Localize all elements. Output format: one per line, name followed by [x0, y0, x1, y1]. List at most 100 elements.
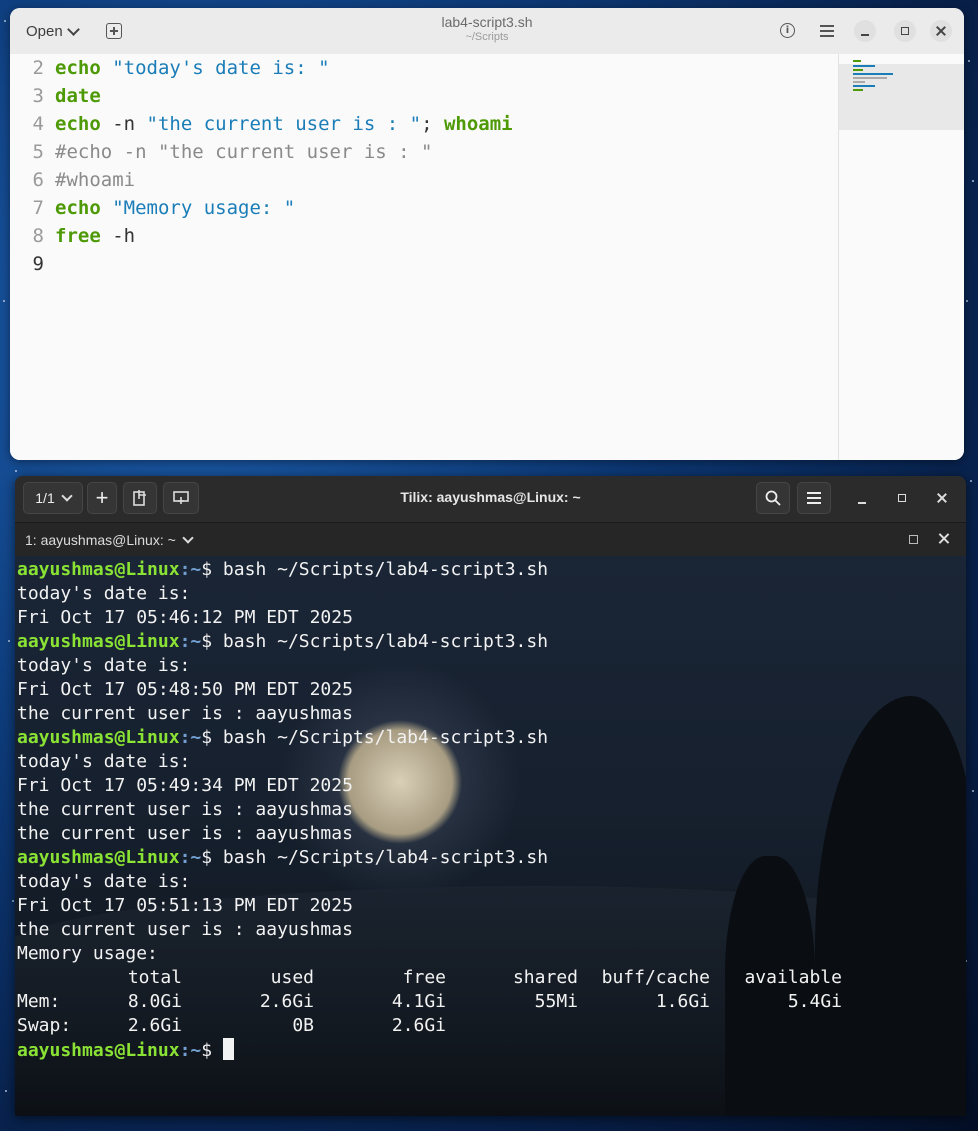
prompt-path: :~	[179, 559, 202, 580]
search-icon	[765, 490, 781, 506]
free-header-row: total used free shared buff/cache available	[17, 966, 966, 990]
code-token: -h	[100, 225, 136, 247]
code-token: date	[55, 85, 101, 107]
close-terminal-icon[interactable]	[938, 533, 950, 545]
code-token: #echo -n "the current user is : "	[55, 141, 433, 163]
prompt-symbol: $	[201, 631, 213, 652]
terminal-lines: aayushmas@Linux:~$ bash ~/Scripts/lab4-s…	[17, 558, 966, 1062]
maximize-terminal-icon[interactable]	[909, 535, 918, 544]
line-content: #whoami	[55, 166, 135, 194]
maximize-button[interactable]	[891, 487, 913, 509]
prompt-symbol: $	[201, 727, 213, 748]
line-content: date	[55, 82, 101, 110]
prompt-user: aayushmas@Linux	[17, 559, 180, 580]
line-content: echo -n "the current user is : "; whoami	[55, 110, 513, 138]
prompt-line: aayushmas@Linux:~$ bash ~/Scripts/lab4-s…	[17, 726, 966, 750]
prompt-path: :~	[179, 847, 202, 868]
code-token: "the current user is : "	[146, 113, 422, 135]
table-cell: 4.1Gi	[391, 991, 446, 1012]
line-content: free -h	[55, 222, 135, 250]
output-text: today's date is:	[17, 655, 191, 676]
line-number: 3	[32, 85, 44, 107]
table-cell: 55Mi	[534, 991, 578, 1012]
table-cell: total	[127, 967, 182, 988]
table-cell: buff/cache	[601, 967, 710, 988]
table-cell: 5.4Gi	[787, 991, 842, 1012]
menu-icon[interactable]	[820, 25, 834, 37]
line-number: 7	[32, 197, 44, 219]
table-cell: 2.6Gi	[259, 991, 314, 1012]
prompt-symbol: $	[201, 847, 213, 868]
minimize-button[interactable]	[851, 487, 873, 509]
prompt-symbol: $	[201, 559, 213, 580]
prompt-line: aayushmas@Linux:~$ bash ~/Scripts/lab4-s…	[17, 630, 966, 654]
line-content: #echo -n "the current user is : "	[55, 138, 433, 166]
table-cell: used	[270, 967, 314, 988]
menu-icon	[807, 492, 821, 504]
terminal-output[interactable]: aayushmas@Linux:~$ bash ~/Scripts/lab4-s…	[15, 556, 966, 1116]
prompt-symbol: $	[201, 1040, 213, 1061]
output-line: today's date is:	[17, 750, 966, 774]
terminal-tab[interactable]: 1: aayushmas@Linux: ~	[25, 532, 194, 548]
output-text: today's date is:	[17, 751, 191, 772]
output-line: Fri Oct 17 05:49:34 PM EDT 2025	[17, 774, 966, 798]
output-text: Memory usage:	[17, 943, 158, 964]
output-text: the current user is : aayushmas	[17, 919, 353, 940]
prompt-line: aayushmas@Linux:~$	[17, 1038, 966, 1062]
menu-button[interactable]	[797, 482, 831, 514]
code-token: -n	[100, 113, 147, 135]
editor-headerbar: Open lab4-script3.sh ~/Scripts i	[10, 8, 964, 55]
code-token: #whoami	[55, 169, 136, 191]
table-cell: 0B	[292, 1015, 314, 1036]
free-data-row: Mem: 8.0Gi 2.6Gi 4.1Gi 55Mi 1.6Gi 5.4Gi	[17, 990, 966, 1014]
line-number: 6	[32, 169, 44, 191]
output-line: the current user is : aayushmas	[17, 822, 966, 846]
output-line: Fri Oct 17 05:46:12 PM EDT 2025	[17, 606, 966, 630]
code-token: echo	[55, 113, 101, 135]
table-cell: free	[402, 967, 446, 988]
table-cell: 2.6Gi	[127, 1015, 182, 1036]
prompt-user: aayushmas@Linux	[17, 847, 180, 868]
close-button[interactable]	[931, 487, 953, 509]
output-text: today's date is:	[17, 871, 191, 892]
code-token: "today's date is: "	[100, 57, 330, 79]
output-line: the current user is : aayushmas	[17, 702, 966, 726]
close-button[interactable]	[930, 20, 952, 42]
code-token: ;	[421, 113, 444, 135]
prompt-line: aayushmas@Linux:~$ bash ~/Scripts/lab4-s…	[17, 558, 966, 582]
output-line: Fri Oct 17 05:48:50 PM EDT 2025	[17, 678, 966, 702]
terminal-headerbar: 1/1 + Tilix: aayushmas@Linux: ~	[15, 476, 966, 522]
prompt-path: :~	[179, 727, 202, 748]
code-editor[interactable]: 2 echo "today's date is: " 3 date 4 echo -n "…	[10, 54, 838, 460]
line-content: echo "Memory usage: "	[55, 194, 295, 222]
prompt-user: aayushmas@Linux	[17, 727, 180, 748]
output-line: Fri Oct 17 05:51:13 PM EDT 2025	[17, 894, 966, 918]
minimize-button[interactable]	[854, 20, 876, 42]
table-cell: 2.6Gi	[391, 1015, 446, 1036]
maximize-button[interactable]	[894, 20, 916, 42]
terminal-tab-label: 1: aayushmas@Linux: ~	[25, 532, 176, 548]
minimap[interactable]	[838, 54, 964, 460]
line-number: 4	[32, 113, 44, 135]
search-button[interactable]	[756, 482, 790, 514]
info-icon[interactable]: i	[780, 23, 795, 38]
code-token: whoami	[443, 113, 513, 135]
prompt-path: :~	[179, 631, 202, 652]
command-text: bash ~/Scripts/lab4-script3.sh	[212, 631, 549, 652]
output-text: the current user is : aayushmas	[17, 823, 353, 844]
line-number: 5	[32, 141, 44, 163]
row-label: Swap:	[17, 1015, 72, 1036]
output-text: Fri Oct 17 05:46:12 PM EDT 2025	[17, 607, 353, 628]
table-cell: 8.0Gi	[127, 991, 182, 1012]
output-line: today's date is:	[17, 582, 966, 606]
code-token: echo	[55, 197, 101, 219]
table-cell: shared	[512, 967, 578, 988]
chevron-down-icon	[182, 532, 194, 544]
code-token: free	[55, 225, 101, 247]
table-cell: available	[744, 967, 842, 988]
output-text: the current user is : aayushmas	[17, 799, 353, 820]
free-data-row: Swap: 2.6Gi 0B 2.6Gi	[17, 1014, 966, 1038]
line-number: 8	[32, 225, 44, 247]
row-label: Mem:	[17, 991, 61, 1012]
prompt-user: aayushmas@Linux	[17, 631, 180, 652]
